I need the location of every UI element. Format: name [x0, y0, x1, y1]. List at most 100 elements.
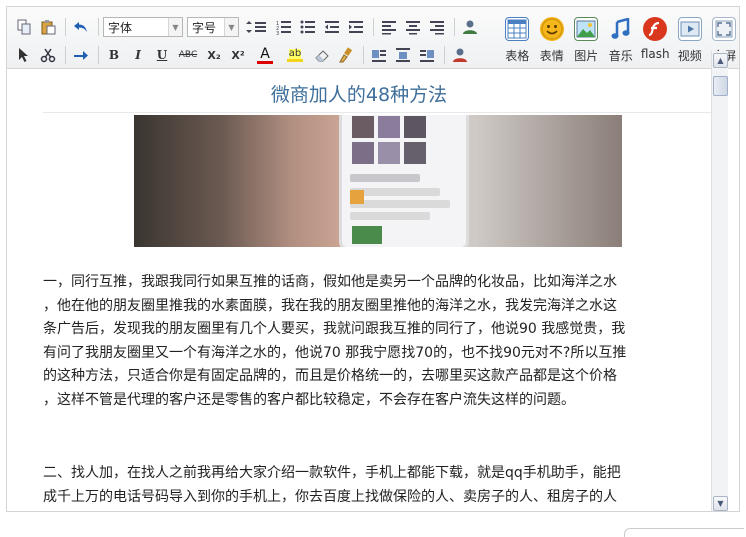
user-icon[interactable]: [459, 16, 481, 38]
message-line: [350, 174, 420, 182]
toolbar-separator: [65, 46, 66, 64]
thumbnail: [404, 116, 426, 138]
toolbar-separator: [98, 46, 99, 64]
outdent-icon[interactable]: [321, 16, 343, 38]
text-line: 条广告后，发现我的朋友圈里有几个人要买，我就问跟我互推的同行了，他说90 我感觉…: [43, 321, 626, 337]
select-pointer-icon[interactable]: [13, 44, 35, 66]
text-line: 的这种方法，只适合你是有固定品牌的，而且是价格统一的，去哪里买这款产品都是这个价…: [43, 368, 617, 384]
message-line: [350, 212, 430, 220]
line-height-icon[interactable]: [243, 16, 271, 38]
paste-icon[interactable]: [37, 16, 59, 38]
align-left-icon[interactable]: [378, 16, 400, 38]
unordered-list-icon[interactable]: [297, 16, 319, 38]
font-family-select[interactable]: 字体 ▼: [103, 17, 183, 37]
text-line: 成千上万的电话号码导入到你的手机上，你去百度上找做保险的人、卖房子的人、租房子的…: [43, 488, 617, 505]
insert-emoticon-button[interactable]: 表情: [535, 17, 570, 67]
insert-flash-button[interactable]: flash: [638, 17, 673, 67]
insert-emoticon-label: 表情: [539, 49, 564, 63]
paragraph-2: 二、找人加，在找人之前我再给大家介绍一款软件，手机上都能下载，就是qq手机助手，…: [43, 462, 707, 509]
phone-screen: [339, 115, 469, 247]
flash-icon: [643, 17, 668, 41]
float-none-icon[interactable]: [392, 44, 414, 66]
document-title: 微商加人的48种方法: [270, 84, 448, 106]
toolbar-separator: [444, 46, 445, 64]
font-size-select[interactable]: 字号 ▼: [187, 17, 239, 37]
text-line: ，他在他的朋友圈里推我的水素面膜，我在我的朋友圈里推他的海洋之水，我发完海洋之水…: [43, 297, 617, 314]
insert-music-label: 音乐: [608, 49, 633, 63]
strikethrough-button[interactable]: ABC: [175, 44, 201, 66]
scroll-down-icon[interactable]: ▼: [713, 496, 728, 511]
image-icon: [574, 17, 599, 41]
highlight-letter: ab: [288, 47, 302, 59]
float-right-icon[interactable]: [416, 44, 438, 66]
insert-video-label: 视频: [677, 49, 702, 63]
indent-icon[interactable]: [345, 16, 367, 38]
fullscreen-icon: [712, 17, 737, 41]
svg-text:3: 3: [276, 31, 279, 35]
italic-button[interactable]: I: [127, 44, 149, 66]
superscript-button[interactable]: X²: [227, 44, 249, 66]
thumbnail: [352, 226, 382, 244]
ordered-list-icon[interactable]: 123: [273, 16, 295, 38]
highlight-color-button[interactable]: ab: [281, 44, 309, 66]
toolbar-row-2: B I U ABC X₂ X² A ab: [13, 43, 473, 67]
insert-video-button[interactable]: 视频: [673, 17, 708, 67]
cut-icon[interactable]: [37, 44, 59, 66]
chevron-down-icon: ▼: [168, 18, 182, 36]
redo-icon[interactable]: [70, 44, 92, 66]
copy-icon[interactable]: [13, 16, 35, 38]
eraser-icon[interactable]: [311, 44, 333, 66]
insert-image-button[interactable]: 图片: [569, 17, 604, 67]
editor-toolbar: 字体 ▼ 字号 ▼ 123 B I U ABC X₂ X² A ab 表格 表情…: [7, 7, 739, 69]
font-color-letter: A: [260, 45, 270, 62]
toolbar-separator: [454, 18, 455, 36]
avatar: [350, 190, 364, 204]
toolbar-separator: [65, 18, 66, 36]
font-family-value: 字体: [108, 20, 133, 35]
thumbnail: [378, 142, 400, 164]
float-left-icon[interactable]: [368, 44, 390, 66]
insert-tools: 表格 表情 图片 音乐 flash 视频: [500, 17, 739, 67]
align-right-icon[interactable]: [426, 16, 448, 38]
bold-button[interactable]: B: [103, 44, 125, 66]
insert-music-button[interactable]: 音乐: [604, 17, 639, 67]
toolbar-row-1: 字体 ▼ 字号 ▼ 123: [13, 15, 483, 39]
font-color-button[interactable]: A: [251, 44, 279, 66]
vertical-scrollbar[interactable]: ▲ ▼: [711, 51, 728, 511]
text-line: ，这样不管是代理的客户还是零售的客户都比较稳定，不会存在客户流失这样的问题。: [43, 391, 575, 408]
user-group-icon[interactable]: [449, 44, 471, 66]
thumbnail: [378, 116, 400, 138]
thumbnail: [352, 116, 374, 138]
scrollbar-thumb[interactable]: [713, 76, 728, 96]
video-icon: [677, 17, 702, 41]
text-line: 有问了我朋友圈里又一个有海洋之水的，他说70 那我宁愿找70的，也不找90元对不…: [43, 344, 627, 361]
toolbar-separator: [363, 46, 364, 64]
scroll-up-icon[interactable]: ▲: [713, 53, 728, 68]
smiley-icon: [539, 17, 564, 41]
music-note-icon: [609, 17, 633, 41]
insert-table-label: 表格: [505, 49, 530, 63]
article-image: [134, 115, 622, 247]
font-size-value: 字号: [192, 20, 217, 35]
undo-icon[interactable]: [70, 16, 92, 38]
underline-button[interactable]: U: [151, 44, 173, 66]
paragraph-1: 一，同行互推，我跟我同行如果互推的话商，假如他是卖另一个品牌的化妆品，比如海洋之…: [43, 271, 707, 412]
rich-text-editor: 字体 ▼ 字号 ▼ 123 B I U ABC X₂ X² A ab 表格 表情…: [6, 6, 740, 512]
text-line: 一，同行互推，我跟我同行如果互推的话商，假如他是卖另一个品牌的化妆品，比如海洋之…: [43, 274, 617, 290]
font-color-swatch: [257, 60, 273, 64]
toolbar-separator: [98, 18, 99, 36]
title-divider: [43, 112, 711, 113]
insert-flash-label: flash: [640, 47, 670, 61]
page-corner: [624, 528, 744, 537]
subscript-button[interactable]: X₂: [203, 44, 225, 66]
highlight-swatch: [287, 58, 303, 62]
align-center-icon[interactable]: [402, 16, 424, 38]
thumbnail: [404, 142, 426, 164]
thumbnail: [352, 142, 374, 164]
table-icon: [505, 17, 530, 41]
editor-content-area[interactable]: 微商加人的48种方法 一，同行互推，我跟我同行如果互推的话商，假如他是卖另一个品…: [7, 70, 711, 511]
toolbar-separator: [373, 18, 374, 36]
insert-table-button[interactable]: 表格: [500, 17, 535, 67]
text-line: 二、找人加，在找人之前我再给大家介绍一款软件，手机上都能下载，就是qq手机助手，…: [43, 465, 621, 481]
format-brush-icon[interactable]: [335, 44, 357, 66]
